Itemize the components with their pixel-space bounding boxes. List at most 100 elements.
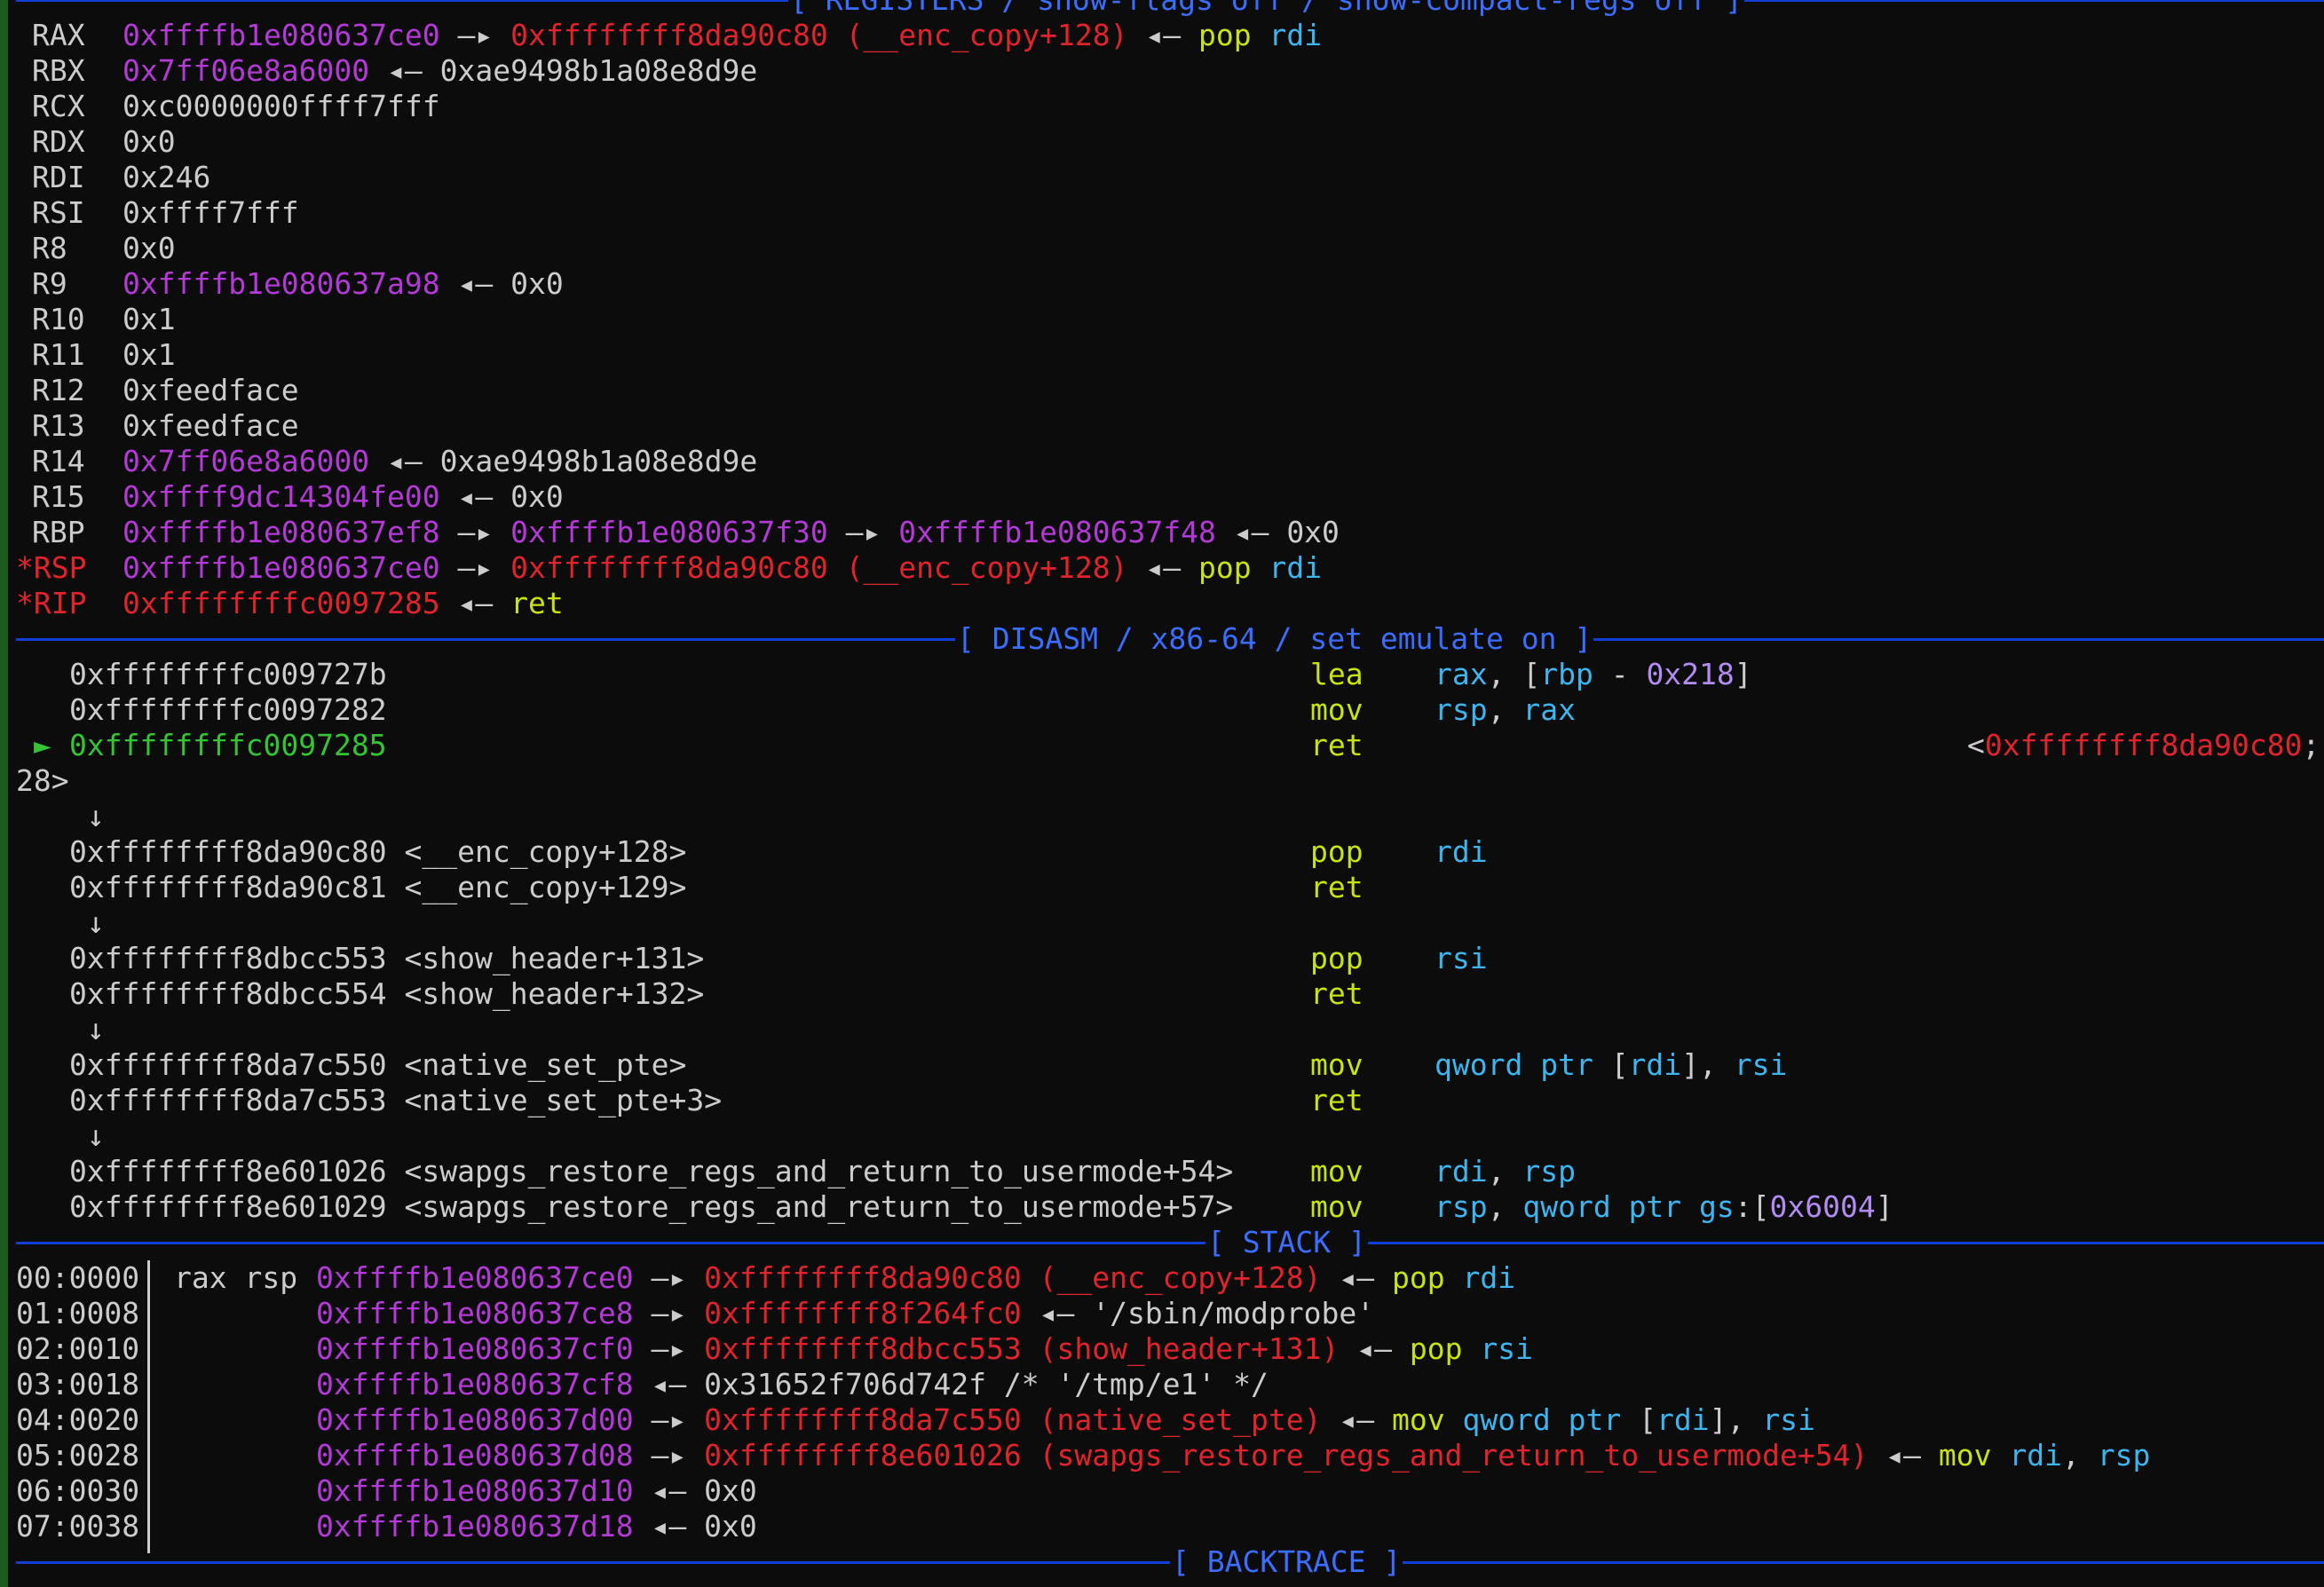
down-arrow-icon: ↓ xyxy=(87,905,105,940)
stack-offset: 03:0018 xyxy=(16,1367,139,1402)
disasm-trail-end: ; xyxy=(2302,728,2320,762)
register-value-part: 0xffffffff8da90c80 (__enc_copy+128) xyxy=(510,550,1128,585)
disasm-address-text: 0xffffffff8da7c550 xyxy=(69,1047,387,1082)
register-value-part: 0xffffb1e080637a98 xyxy=(123,266,440,301)
disasm-mnemonic-text: mov xyxy=(1310,1154,1364,1188)
register-name-text: R14 xyxy=(32,444,85,478)
register-name-text: RBX xyxy=(32,53,85,88)
disasm-mnemonic: mov xyxy=(1310,692,1364,728)
disasm-address-text: 0xffffffffc0097282 xyxy=(69,692,387,727)
disasm-operand-part: ] xyxy=(1734,657,1752,691)
register-name-text: RDI xyxy=(32,160,85,194)
register-name-text: R10 xyxy=(32,302,85,336)
disasm-mnemonic-text: pop xyxy=(1310,834,1364,869)
disasm-symbol: <swapgs_restore_regs_and_return_to_userm… xyxy=(386,1189,1234,1224)
stack-offset: 01:0008 xyxy=(16,1296,139,1331)
disasm-operand-part: rax xyxy=(1435,657,1488,691)
stack-offset-text: 04:0020 xyxy=(16,1402,140,1437)
register-value: 0x1 xyxy=(123,302,176,337)
disasm-operand-part: qword ptr xyxy=(1435,1047,1593,1082)
stack-offset-text: 03:0018 xyxy=(16,1367,140,1401)
disasm-operand-part: rdi xyxy=(1435,834,1488,869)
register-name-text: R13 xyxy=(32,408,85,443)
disasm-operand-part: [ xyxy=(1593,1047,1629,1082)
stack-entry-part: , xyxy=(2061,1438,2098,1473)
stack-entry-part: rsi xyxy=(1762,1402,1815,1437)
register-name: RAX xyxy=(32,18,85,53)
disasm-operand-part: , xyxy=(1487,692,1523,727)
stack-entry-part: 0xffffffff8dbcc553 (show_header+131) xyxy=(704,1331,1340,1366)
stack-entry-part: qword ptr xyxy=(1462,1402,1622,1437)
register-value-part: ◂— 0x0 xyxy=(1215,515,1340,549)
disasm-wrap: 28> xyxy=(16,763,69,799)
stack-entry-part: ◂— xyxy=(1321,1260,1392,1295)
register-name-text: R12 xyxy=(32,373,85,407)
disasm-header: [ DISASM / x86-64 / set emulate on ] xyxy=(16,621,2324,657)
register-name-text: RSI xyxy=(32,195,85,230)
disasm-operand-part: rsi xyxy=(1435,941,1488,975)
register-name-text: R11 xyxy=(32,337,85,372)
disasm-operands: rsp, qword ptr gs:[0x6004] xyxy=(1435,1189,1893,1225)
register-value-part: ret xyxy=(510,586,564,620)
disasm-address: 0xffffffff8da7c550 <native_set_pte> xyxy=(69,1047,686,1083)
stack-entry-part: 0xffffffff8da90c80 (__enc_copy+128) xyxy=(704,1260,1322,1295)
stack-entry-part xyxy=(1462,1331,1480,1366)
disasm-address: 0xffffffff8da90c80 <__enc_copy+128> xyxy=(69,834,686,870)
stack-offset: 04:0020 xyxy=(16,1402,139,1438)
disasm-symbol: <show_header+131> xyxy=(386,941,705,975)
terminal-left-border xyxy=(0,0,8,1587)
stack-entry-part: rdi xyxy=(2009,1438,2062,1473)
disasm-address-text: 0xffffffff8da7c553 xyxy=(69,1083,387,1117)
register-name-text: RAX xyxy=(32,18,85,52)
register-value-part: —▸ xyxy=(439,18,511,52)
disasm-operand-part: rbp xyxy=(1540,657,1593,691)
register-value-part: 0xffffffff8da90c80 (__enc_copy+128) xyxy=(510,18,1128,52)
stack-entry-part: 0xffffffff8f264fc0 xyxy=(704,1296,1022,1330)
stack-offset: 05:0028 xyxy=(16,1438,139,1473)
stack-entry-part: [ xyxy=(1621,1402,1657,1437)
register-name: R12 xyxy=(32,373,85,408)
register-value-part: ◂— 0x0 xyxy=(439,266,564,301)
register-value: 0x7ff06e8a6000 ◂— 0xae9498b1a08e8d9e xyxy=(123,444,757,479)
stack-entry-part xyxy=(1445,1402,1463,1437)
disasm-trail-addr: 0xffffffff8da90c80 xyxy=(1984,728,2303,762)
disasm-operand-part: - xyxy=(1593,657,1647,691)
disasm-mnemonic: ret xyxy=(1310,870,1364,905)
disasm-mnemonic-text: lea xyxy=(1310,657,1364,691)
disasm-operands: rdi xyxy=(1435,834,1488,870)
disasm-address-text: 0xffffffff8da90c80 xyxy=(69,834,387,869)
stack-entry-part: 0xffffb1e080637ce8 xyxy=(316,1296,634,1330)
stack-entry-part: ◂— xyxy=(1321,1402,1392,1437)
stack-entry-part: ◂— 0x0 xyxy=(633,1473,757,1508)
register-value-part: 0xffffb1e080637f30 xyxy=(510,515,828,549)
register-name-text: *RIP xyxy=(16,586,87,620)
stack-entry-part: 0xffffb1e080637cf0 xyxy=(316,1331,634,1366)
register-value: 0xffffb1e080637ef8 —▸ 0xffffb1e080637f30… xyxy=(123,515,1340,550)
register-value-part: 0x1 xyxy=(123,302,176,336)
stack-header: [ STACK ] xyxy=(16,1225,2324,1260)
flow-arrow-icon: ↓ xyxy=(87,1118,105,1154)
disasm-operand-part: qword ptr xyxy=(1522,1189,1682,1224)
register-name: RBP xyxy=(32,515,85,550)
disasm-operand-part: rsp xyxy=(1435,692,1488,727)
disasm-symbol: <swapgs_restore_regs_and_return_to_userm… xyxy=(386,1154,1234,1188)
disasm-operand-part xyxy=(1681,1189,1699,1224)
disasm-address: 0xffffffff8da90c81 <__enc_copy+129> xyxy=(69,870,686,905)
disasm-operand-part: gs xyxy=(1699,1189,1735,1224)
register-value: 0xffffb1e080637ce0 —▸ 0xffffffff8da90c80… xyxy=(123,18,1322,53)
stack-entry-part: ◂— 0x31652f706d742f /* '/tmp/e1' */ xyxy=(633,1367,1269,1401)
register-value-part: 0xffff7fff xyxy=(123,195,299,230)
disasm-trail: <0xffffffff8da90c80; xyxy=(1967,728,2320,763)
disasm-operand-part: rdi xyxy=(1628,1047,1682,1082)
register-name-text: R15 xyxy=(32,479,85,514)
disasm-address-text: 0xffffffff8dbcc554 xyxy=(69,976,387,1011)
stack-offset-text: 02:0010 xyxy=(16,1331,140,1366)
register-value-part: ◂— xyxy=(439,586,511,620)
stack-entry: 0xffffb1e080637d08 —▸ 0xffffffff8e601026… xyxy=(316,1438,2150,1473)
disasm-address-text: 0xffffffff8dbcc553 xyxy=(69,941,387,975)
stack-entry: 0xffffb1e080637d00 —▸ 0xffffffff8da7c550… xyxy=(316,1402,1815,1438)
disasm-mnemonic: lea xyxy=(1310,657,1364,692)
stack-entry-part xyxy=(1445,1260,1463,1295)
stack-offset-divider xyxy=(147,1260,150,1553)
stack-entry: 0xffffb1e080637cf8 ◂— 0x31652f706d742f /… xyxy=(316,1367,1269,1402)
